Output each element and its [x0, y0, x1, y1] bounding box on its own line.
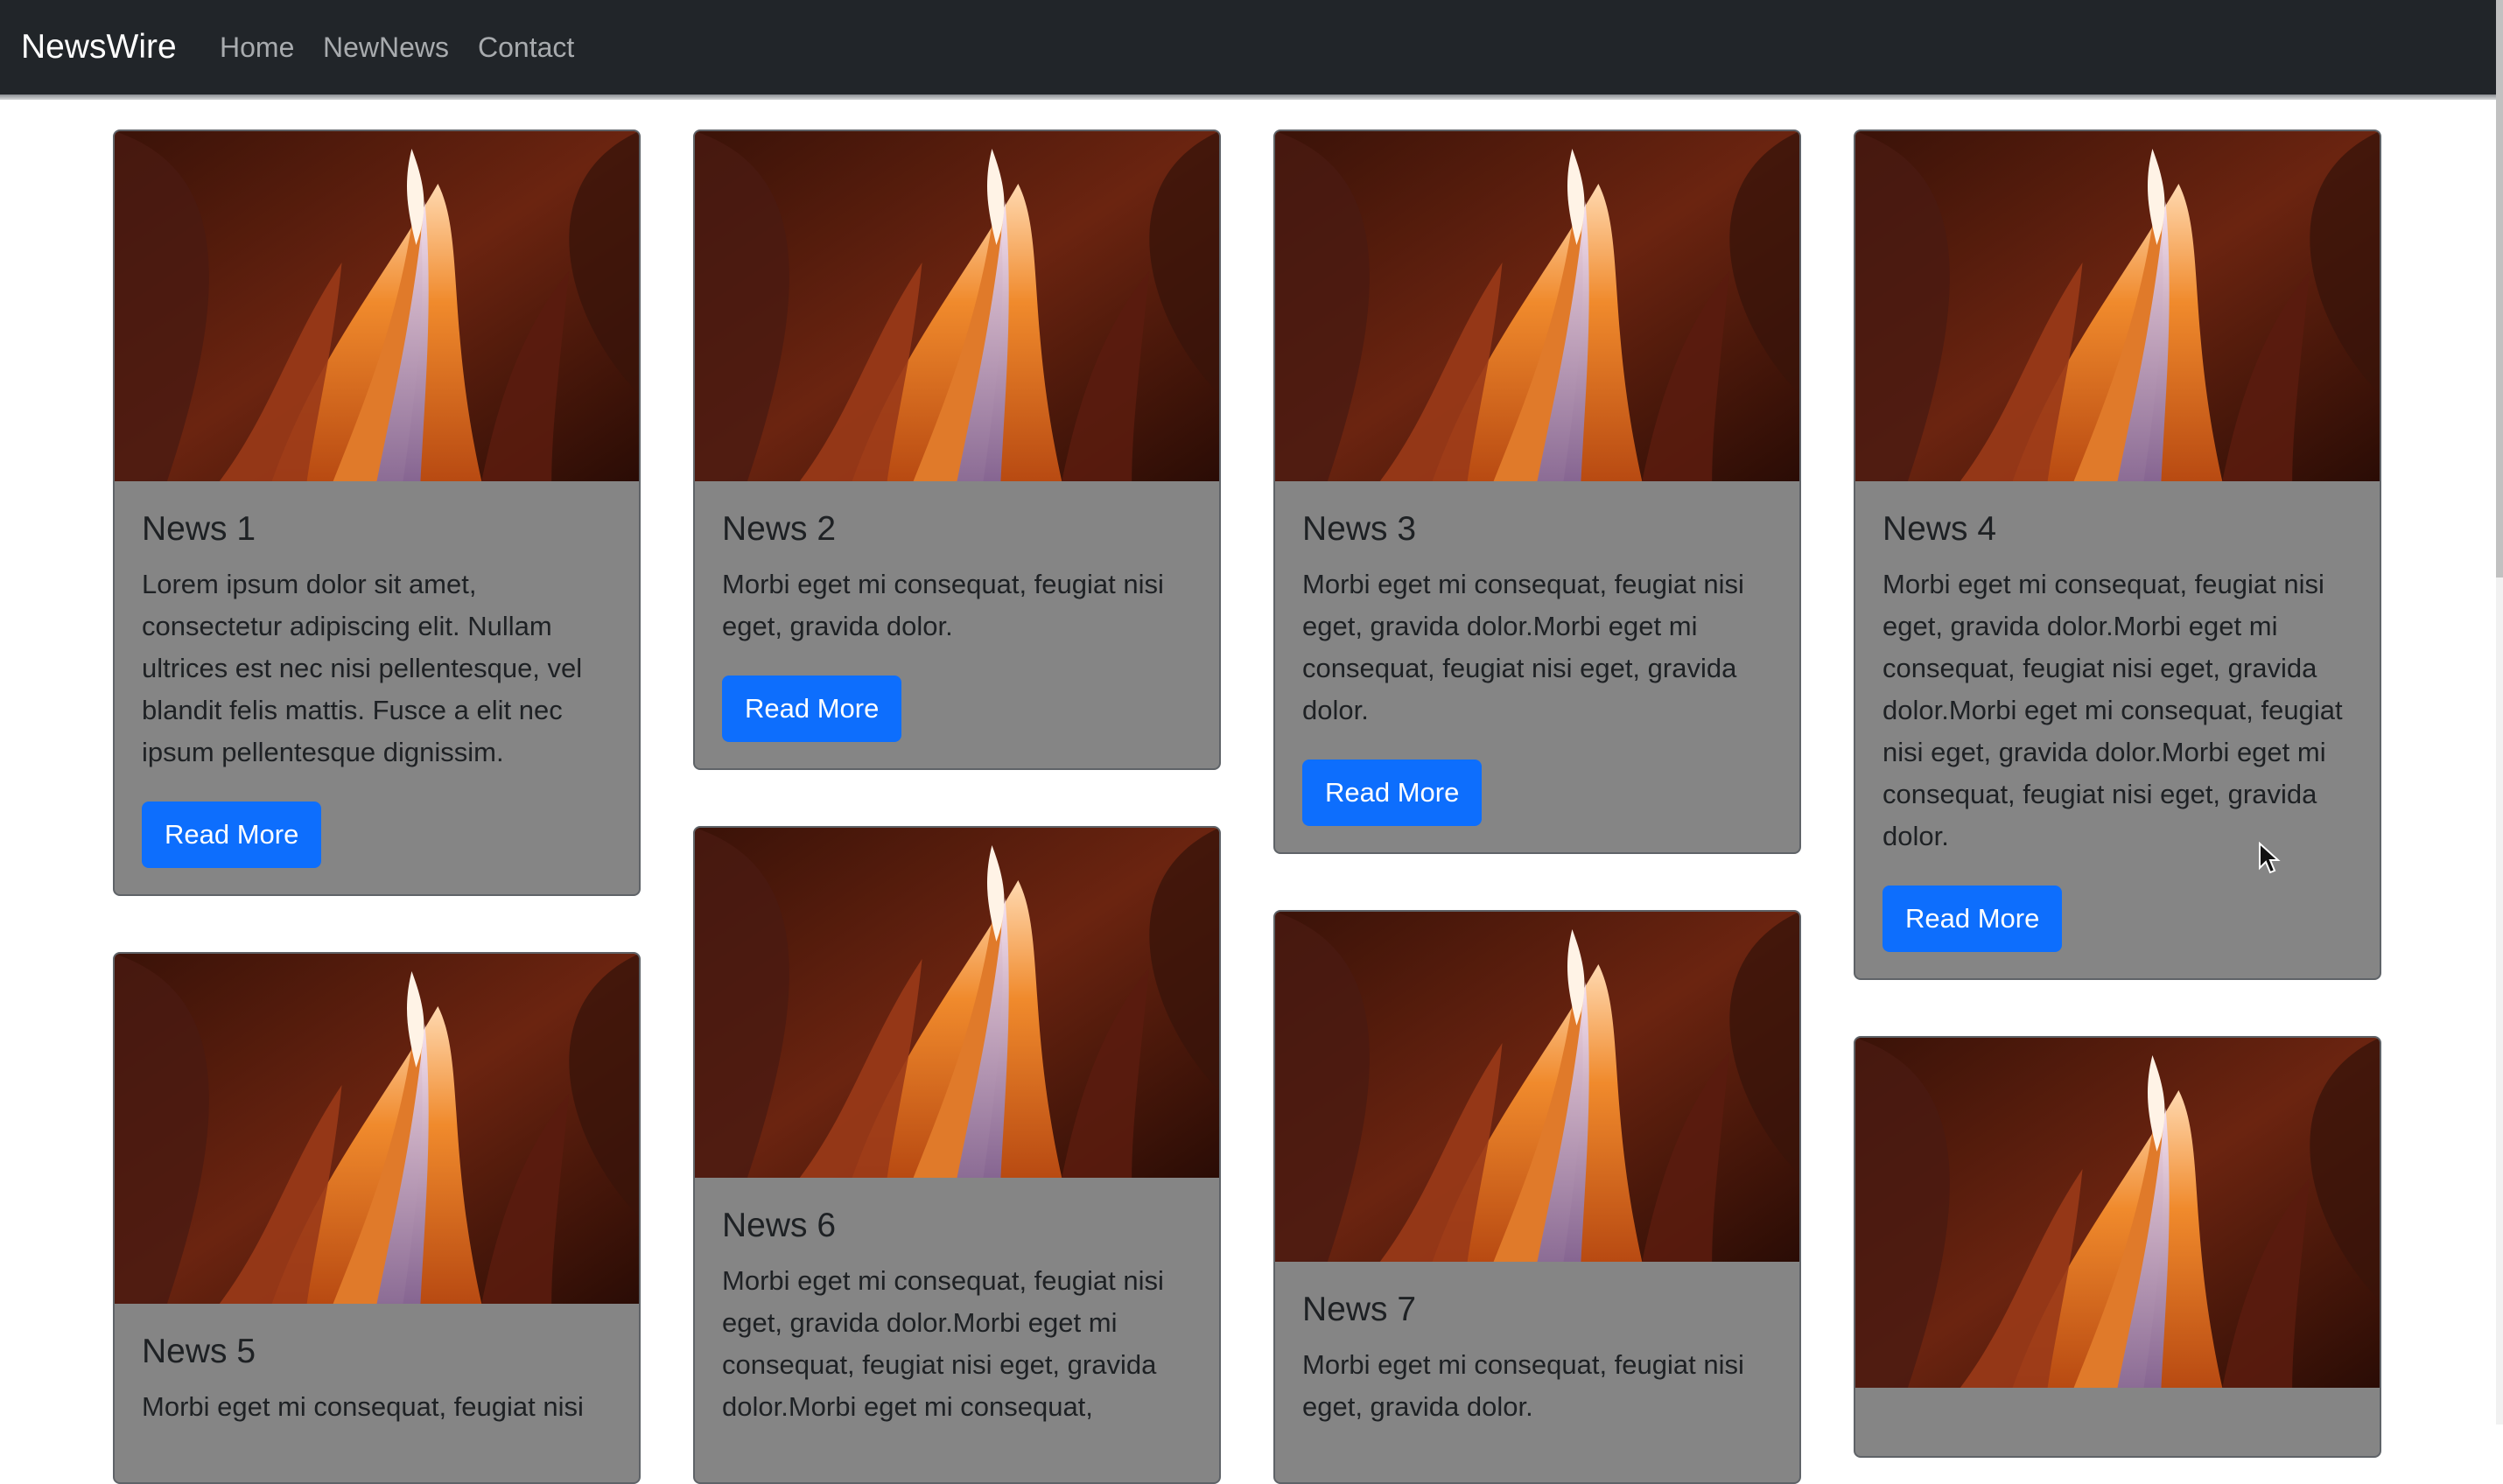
top-navbar: NewsWire Home NewNews Contact [0, 0, 2496, 94]
card-text: Morbi eget mi consequat, feugiat nisi [142, 1391, 584, 1422]
card-title: News 7 [1302, 1291, 1417, 1328]
card-image [695, 828, 1219, 1178]
card-image [1275, 131, 1799, 481]
card-image [115, 131, 639, 481]
read-more-button[interactable]: Read More [1883, 886, 2063, 952]
nav-link-contact[interactable]: Contact [478, 28, 574, 66]
navbar-divider [0, 94, 2496, 100]
card-text: Morbi eget mi consequat, feugiat nisi eg… [1302, 569, 1744, 725]
brand-logo[interactable]: NewsWire [21, 24, 177, 70]
card-title: News 2 [722, 510, 837, 548]
card-title: News 4 [1883, 510, 1997, 548]
card-title: News 5 [142, 1333, 256, 1370]
card-title: News 3 [1302, 510, 1417, 548]
card-text: Morbi eget mi consequat, feugiat nisi eg… [722, 569, 1164, 641]
news-card-1: News 1 Lorem ipsum dolor sit amet, conse… [113, 130, 641, 896]
news-card-3: News 3 Morbi eget mi consequat, feugiat … [1273, 130, 1801, 854]
news-card-7: News 7 Morbi eget mi consequat, feugiat … [1273, 910, 1801, 1484]
nav-link-newnews[interactable]: NewNews [323, 28, 449, 66]
read-more-button[interactable]: Read More [142, 802, 322, 868]
news-card-4: News 4 Morbi eget mi consequat, feugiat … [1854, 130, 2381, 980]
card-image [1855, 131, 2380, 481]
card-text: Morbi eget mi consequat, feugiat nisi eg… [1302, 1349, 1744, 1422]
scrollbar-thumb[interactable] [2496, 0, 2503, 578]
nav-link-home[interactable]: Home [220, 28, 294, 66]
card-image [1275, 912, 1799, 1262]
scrollbar-track[interactable] [2496, 0, 2503, 1424]
card-text: Lorem ipsum dolor sit amet, consectetur … [142, 569, 583, 767]
news-card-2: News 2 Morbi eget mi consequat, feugiat … [693, 130, 1221, 770]
card-image [115, 954, 639, 1304]
card-text: Morbi eget mi consequat, feugiat nisi eg… [1883, 569, 2343, 851]
card-title: News 1 [142, 510, 256, 548]
news-card-8 [1854, 1036, 2381, 1458]
card-image [695, 131, 1219, 481]
news-card-5: News 5 Morbi eget mi consequat, feugiat … [113, 952, 641, 1484]
news-card-6: News 6 Morbi eget mi consequat, feugiat … [693, 826, 1221, 1484]
card-text: Morbi eget mi consequat, feugiat nisi eg… [722, 1265, 1164, 1422]
card-title: News 6 [722, 1207, 837, 1244]
read-more-button[interactable]: Read More [722, 676, 902, 742]
read-more-button[interactable]: Read More [1302, 760, 1483, 826]
card-image [1855, 1038, 2380, 1388]
mouse-cursor-icon [2259, 842, 2281, 874]
